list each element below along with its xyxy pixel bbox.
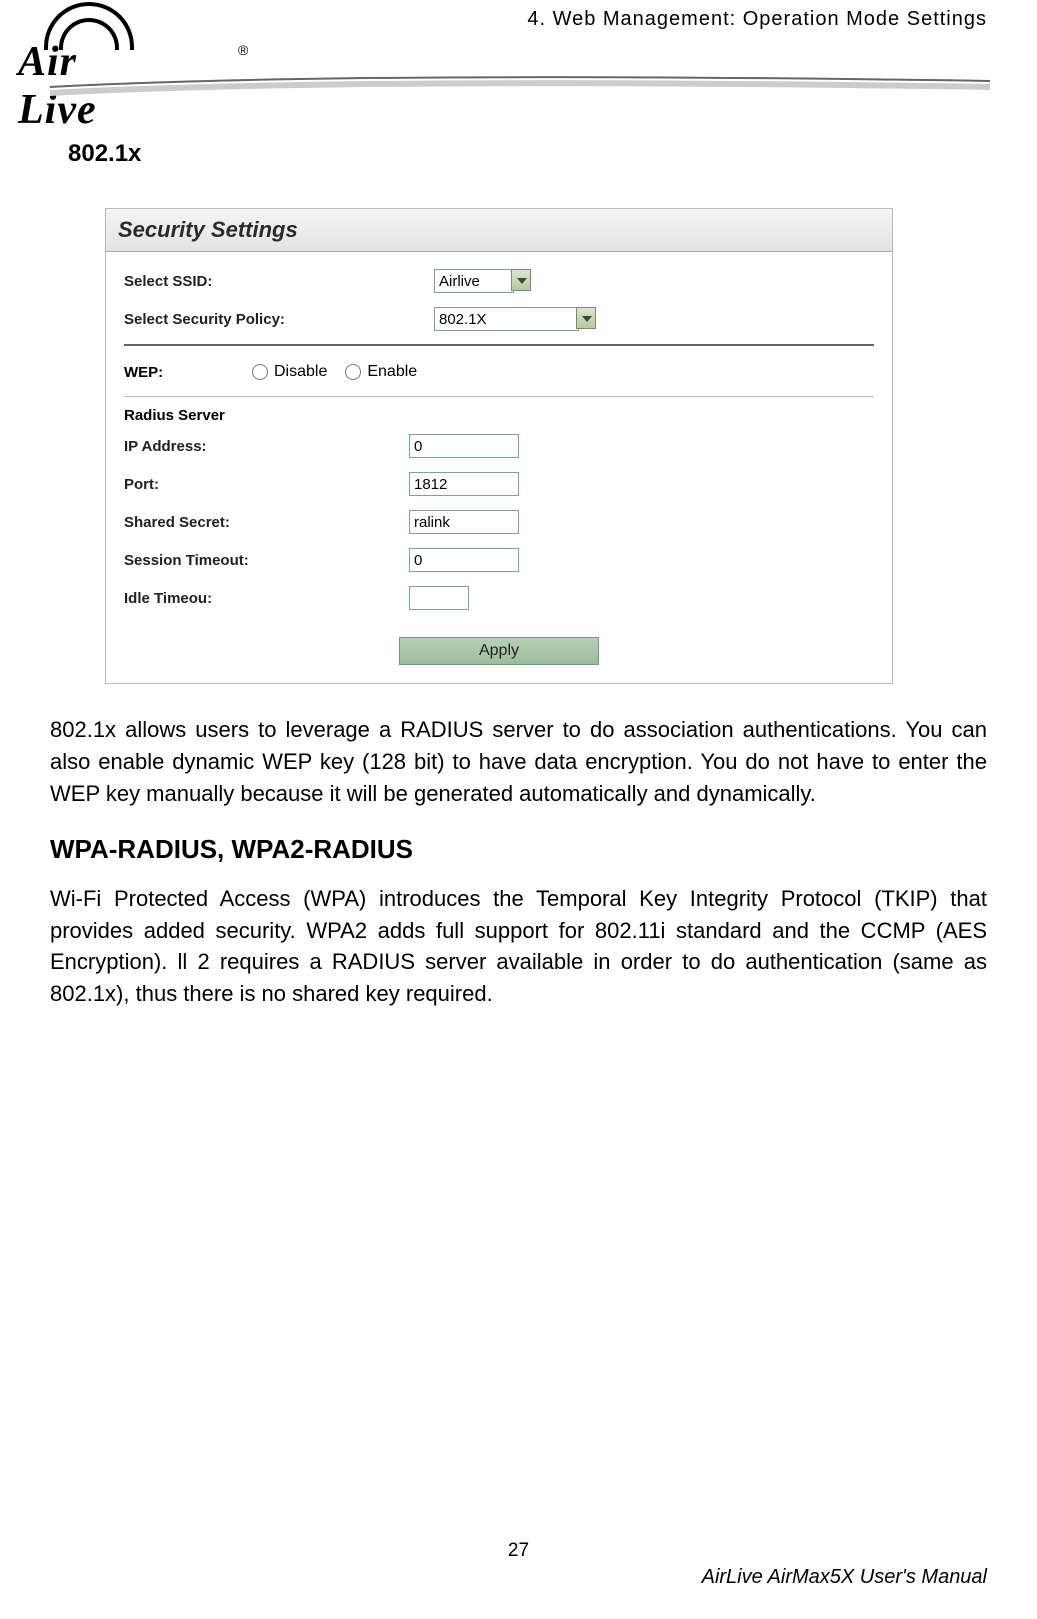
page-number: 27 [50, 1540, 987, 1562]
wep-disable-radio[interactable]: Disable [252, 363, 327, 381]
swoosh-graphic [50, 72, 990, 102]
wep-enable-radio[interactable]: Enable [345, 363, 417, 381]
select-policy-label: Select Security Policy: [124, 311, 434, 328]
security-settings-screenshot: Security Settings Select SSID: Select Se… [105, 208, 893, 684]
ip-address-label: IP Address: [124, 438, 409, 455]
chevron-down-icon [576, 307, 596, 329]
port-input[interactable] [409, 472, 519, 496]
chapter-title: 4. Web Management: Operation Mode Settin… [527, 8, 987, 31]
port-label: Port: [124, 476, 409, 493]
radio-icon[interactable] [252, 364, 268, 380]
idle-timeout-input[interactable] [409, 586, 469, 610]
select-ssid-label: Select SSID: [124, 273, 434, 290]
session-timeout-label: Session Timeout: [124, 552, 409, 569]
select-policy-dropdown[interactable] [434, 307, 596, 331]
trademark-icon: ® [238, 42, 248, 58]
select-ssid-value [434, 269, 514, 293]
session-timeout-input[interactable] [409, 548, 519, 572]
idle-timeout-label: Idle Timeou: [124, 590, 409, 607]
chevron-down-icon [511, 269, 531, 291]
shared-secret-label: Shared Secret: [124, 514, 409, 531]
divider [124, 396, 874, 397]
ip-address-input[interactable] [409, 434, 519, 458]
select-ssid-dropdown[interactable] [434, 269, 531, 293]
radius-server-header: Radius Server [124, 407, 874, 424]
shared-secret-input[interactable] [409, 510, 519, 534]
section-title-wpa: WPA-RADIUS, WPA2-RADIUS [50, 834, 987, 865]
radio-icon[interactable] [345, 364, 361, 380]
paragraph-wpa: Wi-Fi Protected Access (WPA) introduces … [50, 883, 987, 1011]
page-footer: 27 AirLive AirMax5X User's Manual [50, 1540, 987, 1589]
page-header: 4. Web Management: Operation Mode Settin… [50, 0, 987, 100]
panel-title: Security Settings [106, 209, 892, 252]
select-policy-value [434, 307, 579, 331]
divider [124, 344, 874, 346]
apply-button[interactable]: Apply [399, 637, 599, 665]
wep-enable-label: Enable [367, 363, 417, 381]
paragraph-8021x: 802.1x allows users to leverage a RADIUS… [50, 714, 987, 810]
section-title-8021x: 802.1x [68, 140, 987, 168]
wep-label: WEP: [124, 364, 252, 381]
manual-title: AirLive AirMax5X User's Manual [50, 1566, 987, 1589]
wep-disable-label: Disable [274, 363, 327, 381]
